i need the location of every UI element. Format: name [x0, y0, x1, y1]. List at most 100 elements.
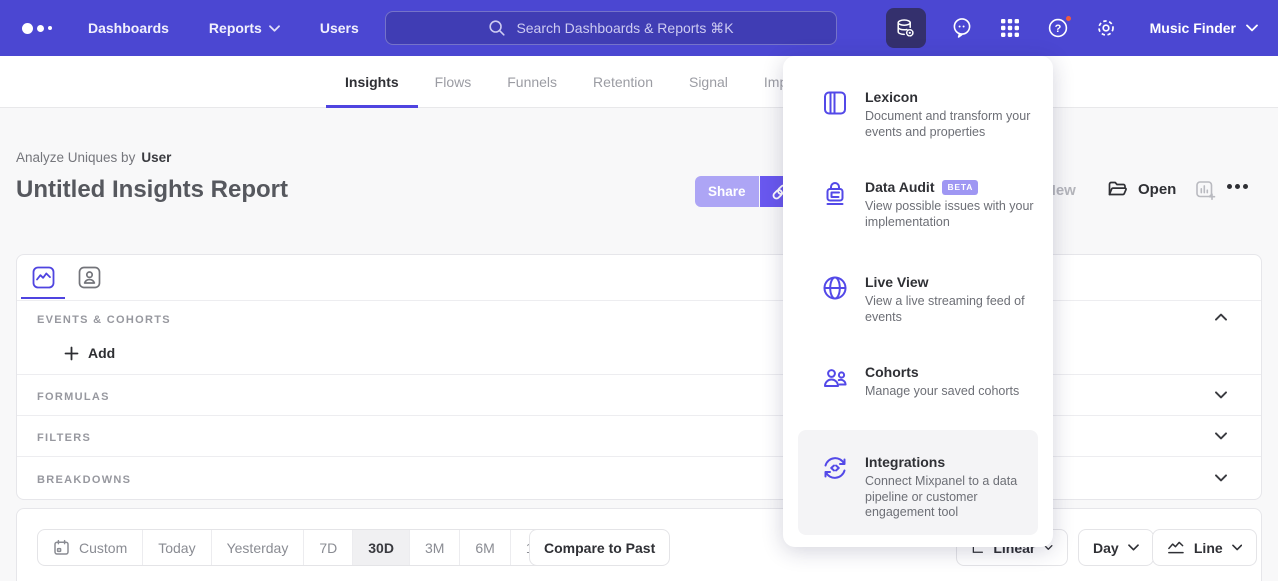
database-gear-icon — [894, 17, 917, 40]
nav-dashboards[interactable]: Dashboards — [88, 20, 169, 36]
open-report-button[interactable]: Open — [1107, 180, 1176, 198]
more-options-button[interactable] — [1227, 184, 1248, 189]
range-30d[interactable]: 30D — [353, 530, 410, 565]
chevron-down-icon — [1128, 544, 1139, 551]
menu-item-title: Integrations — [865, 454, 945, 470]
workspace-name: Music Finder — [1150, 20, 1236, 36]
menu-item-title: Live View — [865, 274, 929, 290]
report-eyebrow: Analyze Uniques byUser — [16, 150, 171, 165]
data-audit-icon — [821, 179, 849, 207]
breakdowns-label: BREAKDOWNS — [37, 474, 131, 486]
top-nav: Dashboards Reports Users Search Dashboar… — [0, 0, 1278, 56]
speech-bubble-icon — [950, 16, 974, 40]
date-range-control: Custom Today Yesterday 7D 30D 3M 6M 12M — [37, 529, 569, 566]
menu-item-desc: View a live streaming feed of events — [865, 294, 1037, 325]
range-custom[interactable]: Custom — [38, 530, 143, 565]
eyebrow-value[interactable]: User — [141, 150, 171, 165]
chevron-down-icon — [1232, 544, 1242, 551]
chart-type-label: Line — [1194, 540, 1223, 556]
chevron-down-icon — [1215, 474, 1227, 482]
search-input[interactable]: Search Dashboards & Reports ⌘K — [385, 11, 837, 45]
add-to-dashboard-button[interactable] — [1195, 180, 1217, 202]
range-7d[interactable]: 7D — [304, 530, 353, 565]
granularity-dropdown[interactable]: Day — [1078, 529, 1154, 566]
menu-item-data-audit[interactable]: Data Audit BETA View possible issues wit… — [821, 179, 1031, 230]
collapse-events-button[interactable] — [1215, 313, 1227, 321]
chevron-up-icon — [1215, 313, 1227, 321]
apps-grid-button[interactable] — [998, 16, 1022, 40]
cohorts-people-icon — [821, 364, 849, 392]
notification-dot — [1064, 14, 1073, 23]
feedback-button[interactable] — [950, 16, 974, 40]
line-chart-icon — [1167, 539, 1185, 556]
nav-users-label: Users — [320, 20, 359, 36]
filters-label: FILTERS — [37, 432, 91, 444]
chevron-down-icon — [1215, 391, 1227, 399]
menu-item-desc: Document and transform your events and p… — [865, 109, 1037, 140]
compare-to-past-button[interactable]: Compare to Past — [529, 529, 670, 566]
metrics-view-tab[interactable] — [21, 255, 65, 299]
chevron-down-icon — [1246, 24, 1258, 32]
range-30d-label: 30D — [368, 540, 394, 556]
folder-icon — [1107, 180, 1128, 198]
formulas-label: FORMULAS — [37, 391, 110, 403]
add-event-button[interactable]: Add — [64, 345, 115, 361]
tab-funnels[interactable]: Funnels — [507, 56, 557, 108]
dashboard-add-icon — [1195, 180, 1217, 202]
tab-retention[interactable]: Retention — [593, 56, 653, 108]
grid-icon — [998, 16, 1022, 40]
add-label: Add — [88, 345, 115, 361]
range-yesterday[interactable]: Yesterday — [212, 530, 305, 565]
menu-item-title: Data Audit — [865, 179, 934, 195]
lexicon-icon — [821, 89, 849, 117]
menu-item-cohorts[interactable]: Cohorts Manage your saved cohorts — [821, 364, 1031, 400]
tab-insights[interactable]: Insights — [345, 56, 399, 108]
range-today[interactable]: Today — [143, 530, 211, 565]
gear-icon — [1094, 16, 1118, 40]
range-6m-label: 6M — [475, 540, 494, 556]
tab-retention-label: Retention — [593, 74, 653, 90]
menu-item-desc: Connect Mixpanel to a data pipeline or c… — [865, 474, 1037, 521]
share-button[interactable]: Share — [695, 176, 759, 207]
range-3m[interactable]: 3M — [410, 530, 460, 565]
live-view-globe-icon — [821, 274, 849, 302]
nav-reports-label: Reports — [209, 20, 262, 36]
range-7d-label: 7D — [319, 540, 337, 556]
expand-breakdowns-button[interactable] — [1215, 474, 1227, 482]
workspace-switcher[interactable]: Music Finder — [1150, 20, 1258, 36]
data-management-menu: Lexicon Document and transform your even… — [783, 56, 1053, 547]
svg-text:?: ? — [1054, 23, 1061, 35]
report-tabbar: Insights Flows Funnels Retention Signal … — [0, 56, 1278, 108]
events-cohorts-label: EVENTS & COHORTS — [37, 314, 171, 326]
expand-filters-button[interactable] — [1215, 432, 1227, 440]
page-title[interactable]: Untitled Insights Report — [16, 176, 288, 204]
tab-flows[interactable]: Flows — [435, 56, 472, 108]
expand-formulas-button[interactable] — [1215, 391, 1227, 399]
profiles-view-tab[interactable] — [67, 255, 111, 299]
range-custom-label: Custom — [79, 540, 127, 556]
compare-label: Compare to Past — [544, 540, 655, 556]
chevron-down-icon — [1215, 432, 1227, 440]
settings-button[interactable] — [1094, 16, 1118, 40]
range-6m[interactable]: 6M — [460, 530, 510, 565]
mixpanel-logo-icon[interactable] — [22, 23, 56, 34]
data-management-button[interactable] — [886, 8, 926, 48]
menu-item-title: Lexicon — [865, 89, 918, 105]
open-label: Open — [1138, 181, 1176, 198]
plus-icon — [64, 346, 79, 361]
menu-item-lexicon[interactable]: Lexicon Document and transform your even… — [821, 89, 1031, 140]
integrations-sync-icon — [821, 454, 849, 482]
search-icon — [488, 19, 506, 37]
tab-flows-label: Flows — [435, 74, 472, 90]
beta-badge: BETA — [942, 180, 978, 195]
chart-type-dropdown[interactable]: Line — [1152, 529, 1257, 566]
menu-item-desc: Manage your saved cohorts — [865, 384, 1037, 400]
nav-dashboards-label: Dashboards — [88, 20, 169, 36]
help-button[interactable]: ? — [1046, 16, 1070, 40]
nav-reports[interactable]: Reports — [209, 20, 280, 36]
range-yesterday-label: Yesterday — [227, 540, 289, 556]
menu-item-live-view[interactable]: Live View View a live streaming feed of … — [821, 274, 1031, 325]
tab-signal[interactable]: Signal — [689, 56, 728, 108]
nav-users[interactable]: Users — [320, 20, 359, 36]
menu-item-integrations[interactable]: Integrations Connect Mixpanel to a data … — [821, 454, 1031, 521]
